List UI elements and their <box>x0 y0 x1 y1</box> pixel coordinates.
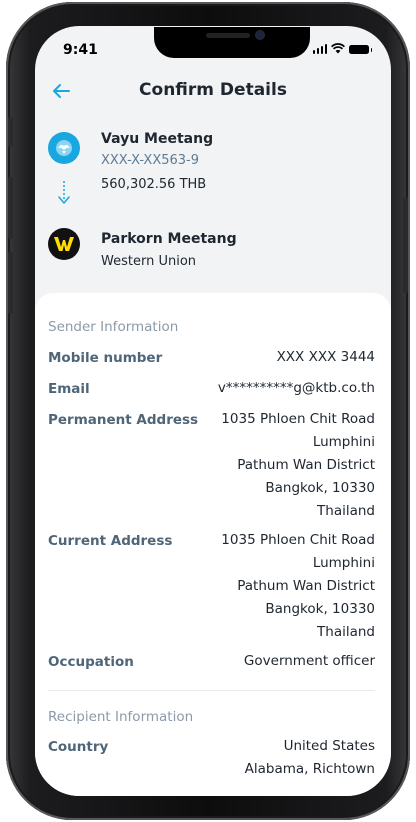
wifi-icon <box>331 43 345 54</box>
bird-emblem-icon <box>56 140 72 156</box>
occupation-label: Occupation <box>48 654 134 670</box>
speaker <box>206 33 250 38</box>
sender-account: XXX-X-XX563-9 <box>101 153 200 168</box>
permanent-address-value: 1035 Phloen Chit Road Lumphini Pathum Wa… <box>221 408 375 523</box>
address-line: Thailand <box>317 624 375 640</box>
address-line: Pathum Wan District <box>237 578 375 594</box>
silent-switch <box>8 117 13 147</box>
country-line: United States <box>283 738 375 754</box>
notch <box>154 27 310 58</box>
address-line: Lumphini <box>312 555 375 571</box>
signal-icon <box>312 43 327 54</box>
address-line: Bangkok, 10330 <box>265 601 375 617</box>
sender-section-title: Sender Information <box>48 319 179 335</box>
permanent-address-label: Permanent Address <box>48 412 199 428</box>
details-card: Sender Information Mobile number XXX XXX… <box>35 293 391 796</box>
arrow-down-icon <box>58 181 70 204</box>
email-label: Email <box>48 381 90 397</box>
recipient-section-title: Recipient Information <box>48 709 194 725</box>
address-line: 1035 Phloen Chit Road <box>221 411 375 427</box>
sender-name: Vayu Meetang <box>101 131 214 147</box>
section-divider <box>48 690 375 691</box>
address-line: Lumphini <box>312 434 375 450</box>
status-time: 9:41 <box>63 42 98 58</box>
current-address-value: 1035 Phloen Chit Road Lumphini Pathum Wa… <box>221 529 375 644</box>
address-line: Thailand <box>317 503 375 519</box>
recipient-name: Parkorn Meetang <box>101 231 237 247</box>
wu-letters-icon <box>54 237 74 251</box>
address-line: Bangkok, 10330 <box>265 480 375 496</box>
address-line: Pathum Wan District <box>237 457 375 473</box>
country-value: United States Alabama, Richtown <box>245 735 375 781</box>
transfer-amount: 560,302.56 THB <box>101 177 207 192</box>
ktb-bank-logo <box>48 132 80 164</box>
occupation-value: Government officer <box>243 653 375 669</box>
status-icons <box>312 43 372 54</box>
volume-up-button <box>8 177 13 239</box>
address-line: 1035 Phloen Chit Road <box>221 532 375 548</box>
battery-icon <box>349 45 372 54</box>
power-button <box>403 197 408 293</box>
western-union-logo <box>48 228 80 260</box>
volume-down-button <box>8 252 13 314</box>
email-value: v**********g@ktb.co.th <box>217 380 375 396</box>
current-address-label: Current Address <box>48 533 173 549</box>
screen: 9:41 Confirm Details Vayu Meetang XXX-X-… <box>35 26 391 796</box>
mobile-value: XXX XXX 3444 <box>276 349 375 365</box>
recipient-provider: Western Union <box>101 254 197 269</box>
region-line: Alabama, Richtown <box>244 761 375 777</box>
page-title: Confirm Details <box>139 80 287 100</box>
mobile-label: Mobile number <box>48 350 163 366</box>
front-camera <box>256 31 264 39</box>
country-label: Country <box>48 739 109 755</box>
